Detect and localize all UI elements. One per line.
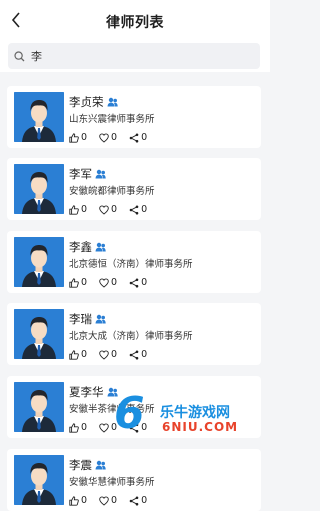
favorite-button[interactable]: 0: [99, 495, 117, 506]
name-row: 李瑞: [69, 311, 106, 327]
heart-icon: [99, 422, 109, 433]
favorite-count: 0: [111, 204, 118, 215]
thumbs-up-icon: [69, 204, 79, 215]
like-count: 0: [81, 349, 88, 360]
share-button[interactable]: 0: [129, 204, 147, 215]
law-firm: 北京德恒（济南）律师事务所: [69, 259, 193, 270]
like-count: 0: [81, 277, 88, 288]
share-count: 0: [141, 277, 148, 288]
watermark: 6 乐牛游戏网 6NIU.COM: [114, 384, 264, 444]
law-firm: 安徽华慧律师事务所: [69, 477, 155, 488]
stats-row: 0 0 0: [69, 132, 159, 143]
favorite-button[interactable]: 0: [99, 132, 117, 143]
favorite-button[interactable]: 0: [99, 204, 117, 215]
lawyer-name: 李震: [69, 458, 92, 472]
share-count: 0: [141, 349, 148, 360]
lawyer-card[interactable]: 李瑞 北京大成（济南）律师事务所 0 0 0: [7, 303, 261, 365]
law-firm: 山东兴震律师事务所: [69, 114, 155, 125]
like-count: 0: [81, 422, 88, 433]
thumbs-up-icon: [69, 495, 79, 506]
favorite-button[interactable]: 0: [99, 277, 117, 288]
lawyer-card[interactable]: 李震 安徽华慧律师事务所 0 0 0: [7, 449, 261, 511]
lawyer-name: 李瑞: [69, 312, 92, 326]
avatar: [14, 92, 64, 142]
verified-lawyer-icon: [95, 460, 106, 470]
like-button[interactable]: 0: [69, 495, 87, 506]
heart-icon: [99, 277, 109, 288]
top-bar: 律师列表: [0, 0, 270, 40]
share-icon: [129, 350, 139, 359]
like-count: 0: [81, 204, 88, 215]
share-count: 0: [141, 204, 148, 215]
share-count: 0: [141, 495, 148, 506]
share-button[interactable]: 0: [129, 495, 147, 506]
thumbs-up-icon: [69, 349, 79, 360]
lawyer-card[interactable]: 李贞荣 山东兴震律师事务所 0 0 0: [7, 86, 261, 148]
share-icon: [129, 496, 139, 505]
stats-row: 0 0 0: [69, 277, 159, 288]
heart-icon: [99, 495, 109, 506]
lawyer-card[interactable]: 李鑫 北京德恒（济南）律师事务所 0 0 0: [7, 231, 261, 293]
watermark-logo: 6: [114, 388, 145, 439]
search-icon: [14, 50, 25, 62]
lawyer-name: 李军: [69, 167, 92, 181]
share-button[interactable]: 0: [129, 132, 147, 143]
avatar: [14, 237, 64, 287]
heart-icon: [99, 132, 109, 143]
law-firm: 北京大成（济南）律师事务所: [69, 331, 193, 342]
stats-row: 0 0 0: [69, 204, 159, 215]
favorite-count: 0: [111, 132, 118, 143]
name-row: 李贞荣: [69, 94, 118, 110]
like-button[interactable]: 0: [69, 132, 87, 143]
search-input[interactable]: [31, 49, 231, 63]
lawyer-card[interactable]: 李军 安徽皖都律师事务所 0 0 0: [7, 158, 261, 220]
name-row: 李震: [69, 457, 106, 473]
like-button[interactable]: 0: [69, 349, 87, 360]
share-icon: [129, 205, 139, 214]
favorite-count: 0: [111, 349, 118, 360]
name-row: 李鑫: [69, 239, 106, 255]
name-row: 夏李华: [69, 384, 118, 400]
thumbs-up-icon: [69, 132, 79, 143]
lawyer-name: 李鑫: [69, 240, 92, 254]
search-bar: [0, 40, 270, 72]
page-title: 律师列表: [106, 15, 164, 31]
name-row: 李军: [69, 166, 106, 182]
like-button[interactable]: 0: [69, 204, 87, 215]
avatar: [14, 382, 64, 432]
watermark-url: 6NIU.COM: [162, 420, 239, 434]
stats-row: 0 0 0: [69, 349, 159, 360]
stats-row: 0 0 0: [69, 495, 159, 506]
thumbs-up-icon: [69, 422, 79, 433]
like-button[interactable]: 0: [69, 277, 87, 288]
law-firm: 安徽皖都律师事务所: [69, 186, 155, 197]
share-button[interactable]: 0: [129, 277, 147, 288]
like-count: 0: [81, 132, 88, 143]
favorite-count: 0: [111, 495, 118, 506]
share-icon: [129, 278, 139, 287]
heart-icon: [99, 204, 109, 215]
verified-lawyer-icon: [107, 97, 118, 107]
share-count: 0: [141, 132, 148, 143]
share-button[interactable]: 0: [129, 349, 147, 360]
lawyer-name: 李贞荣: [69, 95, 104, 109]
like-count: 0: [81, 495, 88, 506]
avatar: [14, 164, 64, 214]
verified-lawyer-icon: [95, 169, 106, 179]
thumbs-up-icon: [69, 277, 79, 288]
search-box[interactable]: [8, 43, 260, 69]
heart-icon: [99, 349, 109, 360]
lawyer-name: 夏李华: [69, 385, 104, 399]
share-icon: [129, 133, 139, 142]
avatar: [14, 455, 64, 505]
favorite-button[interactable]: 0: [99, 349, 117, 360]
avatar: [14, 309, 64, 359]
verified-lawyer-icon: [95, 242, 106, 252]
like-button[interactable]: 0: [69, 422, 87, 433]
watermark-text: 乐牛游戏网: [160, 405, 230, 421]
favorite-count: 0: [111, 277, 118, 288]
verified-lawyer-icon: [95, 314, 106, 324]
